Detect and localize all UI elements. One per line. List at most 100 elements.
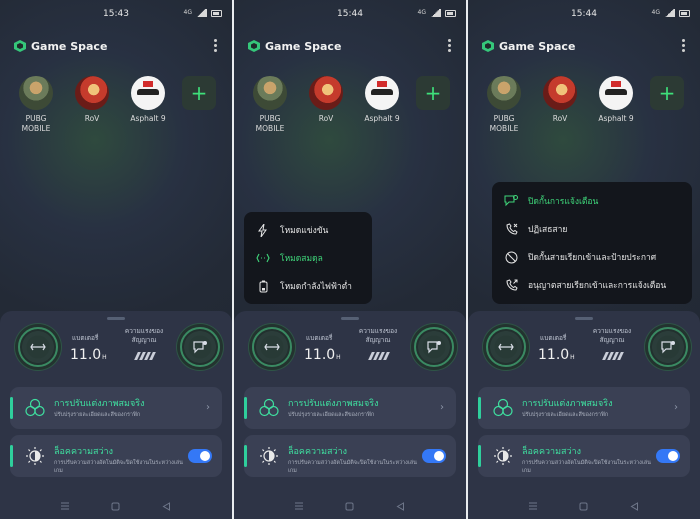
card-title: ล็อคความสว่าง (288, 447, 347, 457)
block-notification-icon (504, 194, 518, 208)
status-icons: 4G (184, 9, 222, 17)
menu-nav-icon[interactable] (60, 501, 70, 511)
mode-item-competitive[interactable]: โหมดแข่งขัน (244, 216, 372, 244)
balance-icon (498, 343, 514, 351)
low-power-icon (256, 279, 270, 293)
phone-screen-1: 15:43 4G Game Space PUBG MOBILE RoV Asph… (0, 0, 232, 519)
sheet-handle[interactable] (575, 317, 593, 320)
brightness-lock-toggle[interactable] (422, 449, 446, 463)
performance-mode-button[interactable] (18, 327, 58, 367)
nav-bar (468, 499, 700, 513)
game-item-rov[interactable]: RoV (538, 76, 582, 134)
add-game-button[interactable]: + (650, 76, 684, 110)
game-item-pubg[interactable]: PUBG MOBILE (14, 76, 58, 134)
sheet-handle[interactable] (341, 317, 359, 320)
home-nav-icon[interactable] (579, 501, 589, 511)
mode-item-balanced[interactable]: โหมดสมดุล (244, 244, 372, 272)
nav-bar (234, 499, 466, 513)
block-calls-icon (504, 250, 518, 264)
add-game-button[interactable]: + (182, 76, 216, 110)
brightness-lock-card: ล็อคความสว่าง การปรับความสว่างอัตโนมัติจ… (244, 435, 456, 477)
status-icons: 4G (652, 9, 690, 17)
signal-icon (430, 9, 441, 17)
notify-item-block-calls-banners[interactable]: ปิดกั้นสายเรียกเข้าและป้ายประกาศ (492, 243, 692, 271)
sheet-handle[interactable] (107, 317, 125, 320)
home-nav-icon[interactable] (345, 501, 355, 511)
notify-item-reject-calls[interactable]: ปฏิเสธสาย (492, 215, 692, 243)
mode-item-low-power[interactable]: โหมดกำลังไฟฟ้าต่ำ (244, 272, 372, 300)
signal-strength-bars (134, 352, 156, 360)
card-title: การปรับแต่งภาพสมจริง (54, 399, 145, 409)
game-item-pubg[interactable]: PUBG MOBILE (248, 76, 292, 134)
game-item-asphalt[interactable]: Asphalt 9 (360, 76, 404, 134)
card-accent (244, 397, 247, 419)
card-subtitle: ปรับปรุงรายละเอียดและสีของกราฟิก (54, 412, 141, 418)
app-title: Game Space (265, 39, 342, 53)
visual-enhance-card[interactable]: การปรับแต่งภาพสมจริง ปรับปรุงรายละเอียดแ… (10, 387, 222, 429)
chevron-right-icon: › (206, 402, 210, 413)
reject-call-icon (504, 222, 518, 236)
game-item-asphalt[interactable]: Asphalt 9 (594, 76, 638, 134)
game-item-rov[interactable]: RoV (304, 76, 348, 134)
brightness-lock-card: ล็อคความสว่าง การปรับความสว่างอัตโนมัติจ… (10, 435, 222, 477)
performance-mode-menu: โหมดแข่งขัน โหมดสมดุล โหมดกำลังไฟฟ้าต่ำ (244, 212, 372, 304)
menu-nav-icon[interactable] (294, 501, 304, 511)
game-list: PUBG MOBILE RoV Asphalt 9 + (248, 76, 450, 134)
card-title: การปรับแต่งภาพสมจริง (522, 399, 613, 409)
game-item-rov[interactable]: RoV (70, 76, 114, 134)
visual-enhance-card[interactable]: การปรับแต่งภาพสมจริง ปรับปรุงรายละเอียดแ… (478, 387, 690, 429)
notification-mode-button[interactable] (180, 327, 220, 367)
notification-mode-button[interactable] (414, 327, 454, 367)
game-item-asphalt[interactable]: Asphalt 9 (126, 76, 170, 134)
menu-item-label: โหมดกำลังไฟฟ้าต่ำ (280, 282, 352, 292)
brightness-lock-card: ล็อคความสว่าง การปรับความสว่างอัตโนมัติจ… (478, 435, 690, 477)
app-header: Game Space (248, 38, 456, 54)
battery-icon (445, 9, 456, 17)
more-options-icon[interactable] (682, 39, 686, 52)
back-nav-icon[interactable] (396, 501, 406, 511)
three-circles-icon (25, 398, 45, 417)
card-accent (478, 397, 481, 419)
notify-item-allow-calls-notifications[interactable]: อนุญาตสายเรียกเข้าและการแจ้งเตือน (492, 271, 692, 299)
app-title: Game Space (499, 39, 576, 53)
game-name: Asphalt 9 (364, 114, 400, 123)
menu-nav-icon[interactable] (528, 501, 538, 511)
bottom-sheet: แบตเตอรี่ 11.0H ความแรงของสัญญาณ การปรับ… (0, 311, 232, 519)
card-title: ล็อคความสว่าง (522, 447, 581, 457)
back-nav-icon[interactable] (630, 501, 640, 511)
add-game-button[interactable]: + (416, 76, 450, 110)
game-name: Asphalt 9 (598, 114, 634, 123)
home-nav-icon[interactable] (111, 501, 121, 511)
allow-calls-icon (504, 278, 518, 292)
chat-bubble-icon (427, 341, 441, 354)
menu-item-label: อนุญาตสายเรียกเข้าและการแจ้งเตือน (528, 281, 667, 291)
performance-mode-button[interactable] (486, 327, 526, 367)
asphalt-icon (599, 76, 633, 110)
signal-strength-bars (602, 352, 624, 360)
visual-enhance-card[interactable]: การปรับแต่งภาพสมจริง ปรับปรุงรายละเอียดแ… (244, 387, 456, 429)
bottom-sheet: แบตเตอรี่ 11.0H ความแรงของสัญญาณ การปรับ… (234, 311, 466, 519)
back-nav-icon[interactable] (162, 501, 172, 511)
notify-item-block-notifications[interactable]: ปิดกั้นการแจ้งเตือน (492, 187, 692, 215)
pubg-icon (487, 76, 521, 110)
battery-icon (211, 9, 222, 17)
game-list: PUBG MOBILE RoV Asphalt 9 + (14, 76, 216, 134)
more-options-icon[interactable] (214, 39, 218, 52)
chat-bubble-icon (661, 341, 675, 354)
asphalt-icon (365, 76, 399, 110)
three-circles-icon (259, 398, 279, 417)
rov-icon (543, 76, 577, 110)
game-item-pubg[interactable]: PUBG MOBILE (482, 76, 526, 134)
three-circles-icon (493, 398, 513, 417)
balance-icon (264, 343, 280, 351)
notification-mode-button[interactable] (648, 327, 688, 367)
brightness-lock-toggle[interactable] (656, 449, 680, 463)
more-options-icon[interactable] (448, 39, 452, 52)
battery-label: แบตเตอรี่ (540, 334, 567, 342)
menu-item-label: ปิดกั้นการแจ้งเตือน (528, 197, 599, 207)
performance-mode-button[interactable] (252, 327, 292, 367)
balance-icon (256, 251, 270, 265)
lte-icon: 4G (651, 9, 660, 16)
brightness-lock-toggle[interactable] (188, 449, 212, 463)
menu-item-label: ปฏิเสธสาย (528, 225, 568, 235)
